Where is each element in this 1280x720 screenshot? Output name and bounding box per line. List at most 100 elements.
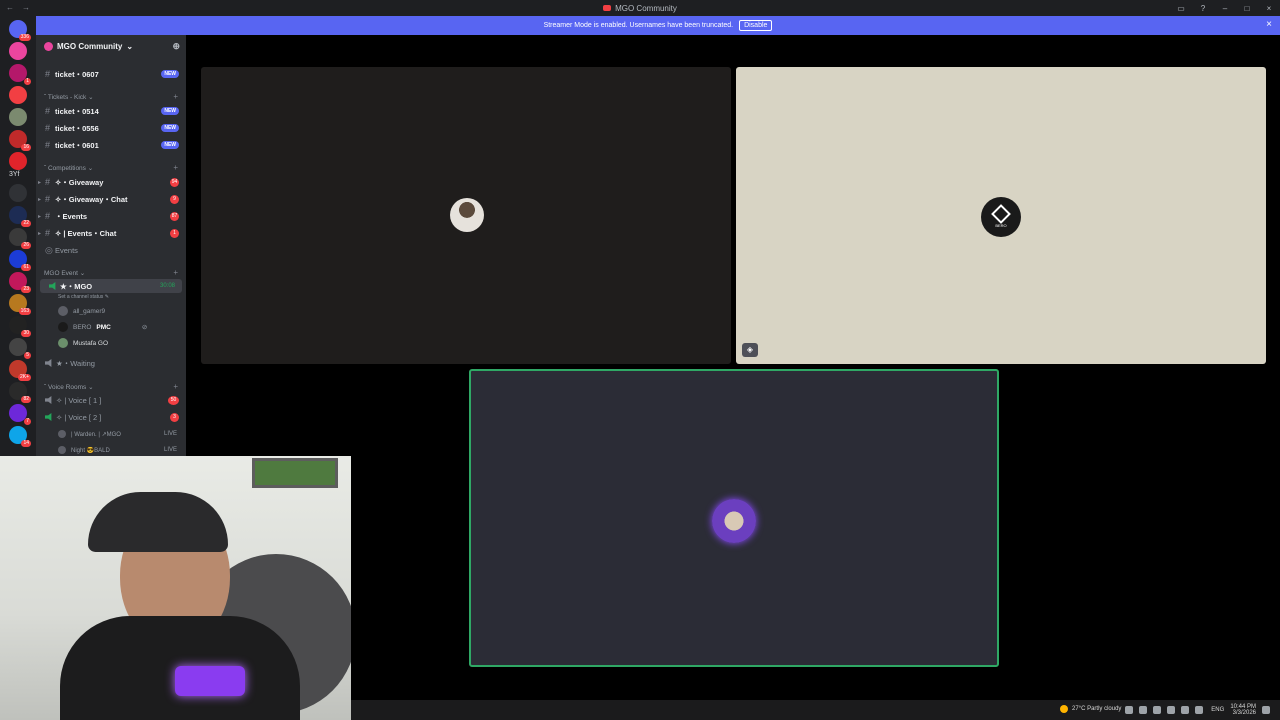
voice-member[interactable]: Night 😎BALD LIVE <box>58 443 177 456</box>
server-icon[interactable]: 336 <box>9 20 31 41</box>
nav-arrows[interactable]: ← → <box>6 3 30 12</box>
server-badge: 16 <box>21 144 31 151</box>
inbox-icon[interactable]: ▭ <box>1170 4 1192 13</box>
add-channel-icon[interactable]: + <box>173 382 178 391</box>
voice-member[interactable]: Mustafa GO <box>58 336 108 350</box>
participant-tile-2[interactable]: BERO ◈ <box>736 67 1266 364</box>
server-icon[interactable]: 163 <box>9 294 31 315</box>
live-badge: LIVE <box>164 431 178 437</box>
hash-icon: # <box>45 211 51 221</box>
hash-icon: # <box>45 106 51 116</box>
channel-label: ★・Waiting <box>56 358 95 368</box>
channel-giveaway-chat[interactable]: ▸ # ✧・Giveaway・Chat 9 <box>36 192 186 206</box>
speaker-icon <box>45 359 52 367</box>
server-icon[interactable]: 23 <box>9 272 31 293</box>
category-tickets-kick[interactable]: ˇ Tickets - Kick ⌄ <box>44 93 94 101</box>
activity-icon[interactable]: ◈ <box>742 343 758 357</box>
help-icon[interactable]: ? <box>1192 4 1214 13</box>
voice-member[interactable]: BERO PMC ⊘ <box>58 320 147 334</box>
server-icon[interactable]: 16 <box>9 130 31 151</box>
server-icon[interactable]: 61 <box>9 250 31 271</box>
server-icon[interactable] <box>9 108 27 126</box>
chevron-up-icon[interactable] <box>1125 706 1134 714</box>
server-icon[interactable]: 7 <box>9 404 31 425</box>
server-icon[interactable]: 1 <box>9 64 31 85</box>
participant-tile-1[interactable] <box>201 67 731 364</box>
voice-channel-mgo[interactable]: ★・MGO 30:08 <box>40 279 182 293</box>
volume-icon[interactable] <box>1181 706 1190 714</box>
server-icon[interactable] <box>9 42 27 60</box>
notification-icon[interactable] <box>1262 706 1270 714</box>
category-mgo-event[interactable]: MGO Event ⌄ <box>44 269 85 277</box>
clock[interactable]: 10:44 PM 3/3/2026 <box>1230 704 1256 716</box>
language-indicator[interactable]: ENG <box>1211 707 1224 713</box>
server-icon[interactable]: 22 <box>9 206 31 227</box>
network-icon[interactable] <box>1167 706 1176 714</box>
channel-giveaway[interactable]: ▸ # ✧・Giveaway 94 <box>36 175 186 189</box>
voice-member[interactable]: all_gamer9 <box>58 304 105 318</box>
server-icon[interactable]: 30 <box>9 316 31 337</box>
server-icon[interactable] <box>9 152 27 170</box>
mention-badge: 87 <box>170 211 179 221</box>
hash-icon: # <box>45 140 51 150</box>
maximize-button[interactable]: □ <box>1236 4 1258 13</box>
voice-channel-1[interactable]: ✧ | Voice [ 1 ] 50 <box>36 393 186 407</box>
window-controls: ▭ ? – □ × <box>1170 0 1280 16</box>
voice-member[interactable]: | Warden. | ↗MGO LIVE <box>58 427 177 441</box>
minimize-button[interactable]: – <box>1214 4 1236 13</box>
channel-label: ✧ | Voice [ 1 ] <box>56 395 102 405</box>
channel-events-chat[interactable]: ▸ # ✧ | Events・Chat 1 <box>36 226 186 240</box>
category-label: MGO Event <box>44 270 78 277</box>
add-channel-icon[interactable]: + <box>173 163 178 172</box>
hash-icon: # <box>45 228 51 238</box>
avatar <box>58 322 68 332</box>
server-icon[interactable]: 82 <box>9 382 31 403</box>
disable-streamer-mode-button[interactable]: Disable <box>739 20 773 31</box>
participant-avatar <box>712 499 756 543</box>
server-icon[interactable] <box>9 184 27 202</box>
channel-events[interactable]: ▸ # ・Events 87 <box>36 209 186 223</box>
server-icon[interactable]: 26 <box>9 228 31 249</box>
channel-ticket-0601[interactable]: # ticket・0601 NEW <box>36 138 186 152</box>
weather-widget[interactable]: 27°C Partly cloudy <box>1060 705 1121 713</box>
channel-ticket-0607[interactable]: # ticket・0607 NEW <box>36 67 186 81</box>
cloud-icon[interactable] <box>1153 706 1162 714</box>
guild-header[interactable]: MGO Community ⌄ ⊕ <box>36 35 186 57</box>
channel-events-stage[interactable]: ◎ Events <box>36 243 186 257</box>
server-badge: 163 <box>18 308 31 315</box>
server-icon[interactable]: 2K+ <box>9 360 31 381</box>
channel-status-input[interactable]: Set a channel status ✎ <box>58 294 109 300</box>
voice-channel-waiting[interactable]: ★・Waiting <box>36 356 186 370</box>
participant-tile-3-speaking[interactable] <box>469 369 999 667</box>
banner-text: Streamer Mode is enabled. Usernames have… <box>543 22 734 29</box>
member-name: BERO <box>73 323 92 331</box>
category-voice-rooms[interactable]: ˇ Voice Rooms ⌄ <box>44 383 94 391</box>
hash-icon: # <box>45 123 51 133</box>
channel-label: ✧・Giveaway・Chat <box>55 194 128 204</box>
member-count-badge: 50 <box>168 395 179 405</box>
battery-icon[interactable] <box>1195 706 1204 714</box>
category-label: Competitions <box>47 165 86 172</box>
category-competitions[interactable]: ˇ Competitions ⌄ <box>44 164 93 172</box>
add-channel-icon[interactable]: + <box>173 92 178 101</box>
channel-ticket-0556[interactable]: # ticket・0556 NEW <box>36 121 186 135</box>
server-text-icon[interactable]: 3Yf <box>9 171 20 178</box>
avatar <box>58 338 68 348</box>
channel-label: ✧ | Voice [ 2 ] <box>56 412 102 422</box>
guild-icon <box>44 41 53 51</box>
mic-icon[interactable] <box>1139 706 1148 714</box>
back-icon[interactable]: ← <box>6 3 14 12</box>
server-icon[interactable] <box>9 86 27 104</box>
channel-label: ticket・0607 <box>55 69 99 79</box>
add-channel-icon[interactable]: + <box>173 268 178 277</box>
server-icon[interactable]: 5 <box>9 338 31 359</box>
forward-icon[interactable]: → <box>22 3 30 12</box>
invite-people-icon[interactable]: ⊕ <box>172 41 180 52</box>
close-banner-icon[interactable]: × <box>1266 19 1272 30</box>
close-window-button[interactable]: × <box>1258 4 1280 13</box>
voice-channel-2[interactable]: ✧ | Voice [ 2 ] 3 <box>36 410 186 424</box>
server-icon[interactable]: 14 <box>9 426 31 447</box>
wall-picture <box>252 458 338 488</box>
participant-avatar <box>450 198 484 232</box>
channel-ticket-0514[interactable]: # ticket・0514 NEW <box>36 104 186 118</box>
